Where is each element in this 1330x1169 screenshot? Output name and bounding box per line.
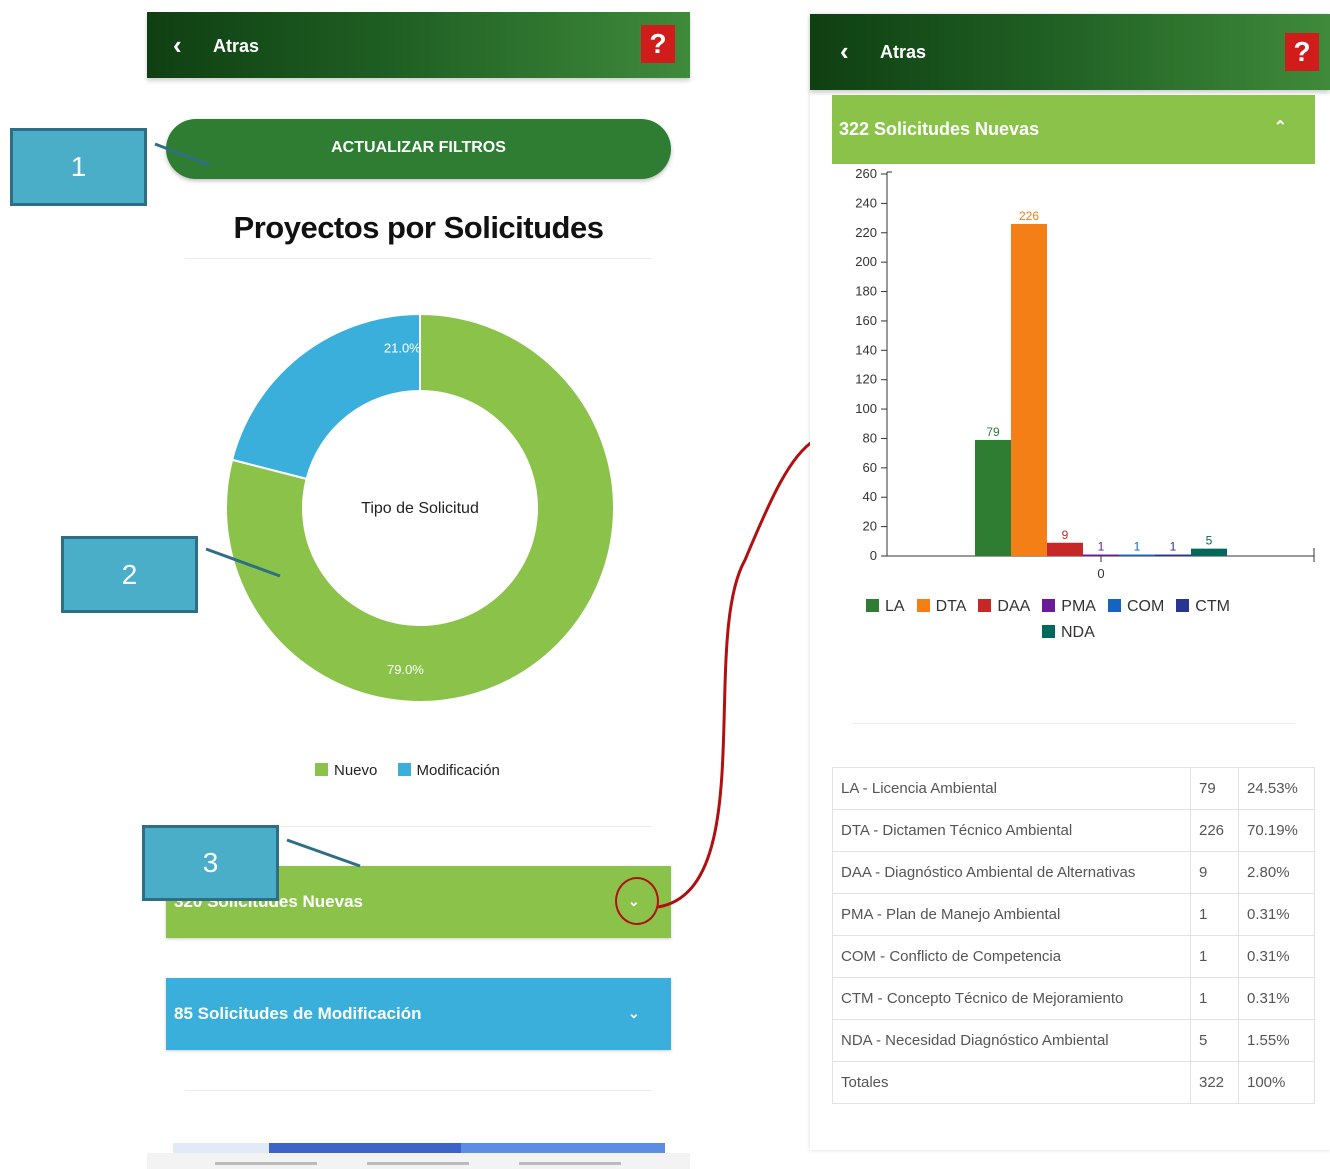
chart-divider: [853, 723, 1295, 724]
legend-label-la: LA: [885, 598, 905, 615]
table-cell-count: 226: [1190, 809, 1239, 852]
table-row: DTA - Dictamen Técnico Ambiental 226 70.19…: [832, 809, 1315, 852]
table-row: COM - Conflicto de Competencia 1 0.31%: [832, 935, 1315, 978]
bar-chart: 0 20 40 60 80 100 120 140 160 180 200 220 240 260 79 22…: [855, 166, 1315, 581]
bar-com[interactable]: [1119, 554, 1155, 556]
table-cell-name: DTA - Dictamen Técnico Ambiental: [832, 809, 1191, 852]
bar-value-label: 226: [1019, 209, 1039, 223]
bar-legend: LA DTA DAA PMA COM CTM NDA: [866, 594, 1286, 646]
legend-label-daa: DAA: [997, 598, 1031, 615]
y-tick-label: 40: [863, 489, 877, 504]
back-label[interactable]: Atras: [880, 42, 926, 63]
table-cell-name: CTM - Concepto Técnico de Mejoramiento: [832, 977, 1191, 1020]
table-cell-pct: 0.31%: [1238, 893, 1315, 936]
right-header-bar: ‹ Atras ?: [810, 14, 1330, 90]
legend-label-nda: NDA: [1061, 624, 1095, 641]
table-cell-pct: 0.31%: [1238, 977, 1315, 1020]
chevron-left-icon[interactable]: ‹: [840, 38, 849, 64]
requests-table: LA - Licencia Ambiental 79 24.53% DTA - Dic…: [832, 767, 1315, 1104]
bar-ctm[interactable]: [1155, 554, 1191, 556]
bar-value-label: 5: [1206, 534, 1213, 548]
table-cell-pct: 1.55%: [1238, 1019, 1315, 1062]
legend-swatch-la: [866, 599, 879, 612]
table-cell-name: COM - Conflicto de Competencia: [832, 935, 1191, 978]
bar-la[interactable]: [975, 439, 1011, 556]
legend-item-daa[interactable]: DAA: [978, 594, 1030, 620]
table-row: CTM - Concepto Técnico de Mejoramiento 1 0…: [832, 977, 1315, 1020]
y-tick-label: 120: [855, 372, 877, 387]
table-cell-name: PMA - Plan de Manejo Ambiental: [832, 893, 1191, 936]
legend-swatch-com: [1107, 599, 1121, 612]
new-requests-section-header[interactable]: 322 Solicitudes Nuevas ⌃: [832, 95, 1315, 164]
bar-daa[interactable]: [1047, 542, 1083, 556]
table-cell-name: Totales: [832, 1061, 1191, 1104]
table-cell-name: NDA - Necesidad Diagnóstico Ambiental: [832, 1019, 1191, 1062]
y-tick-label: 0: [870, 548, 877, 563]
table-cell-count: 5: [1190, 1019, 1239, 1062]
bar-value-label: 79: [986, 425, 1000, 439]
legend-item-com[interactable]: COM: [1107, 594, 1165, 620]
bar-pma[interactable]: [1083, 554, 1119, 556]
table-cell-name: DAA - Diagnóstico Ambiental de Alternati…: [832, 851, 1191, 894]
legend-item-pma[interactable]: PMA: [1042, 594, 1096, 620]
y-tick-label: 180: [855, 284, 877, 299]
table-row: PMA - Plan de Manejo Ambiental 1 0.31%: [832, 893, 1315, 936]
y-tick-label: 220: [855, 225, 877, 240]
bar-value-label: 1: [1098, 540, 1105, 554]
legend-item-dta[interactable]: DTA: [916, 594, 967, 620]
legend-swatch-dta: [916, 599, 930, 612]
y-tick-label: 200: [855, 254, 877, 269]
legend-label-dta: DTA: [935, 598, 967, 615]
table-cell-count: 322: [1190, 1061, 1239, 1104]
legend-item-nda[interactable]: NDA: [1042, 620, 1095, 646]
legend-label-com: COM: [1126, 598, 1165, 615]
bar-value-label: 1: [1134, 540, 1141, 554]
legend-label-pma: PMA: [1061, 598, 1096, 615]
connector-arrow: [657, 438, 816, 909]
table-cell-count: 1: [1190, 935, 1239, 978]
y-tick-label: 240: [855, 195, 877, 210]
table-cell-count: 1: [1190, 893, 1239, 936]
legend-swatch-nda: [1042, 625, 1055, 638]
table-row: DAA - Diagnóstico Ambiental de Alternati…: [832, 851, 1315, 894]
table-cell-count: 1: [1190, 977, 1239, 1020]
table-cell-pct: 0.31%: [1238, 935, 1315, 978]
table-cell-pct: 24.53%: [1238, 767, 1315, 810]
y-tick-label: 60: [863, 460, 877, 475]
y-tick-label: 140: [855, 342, 877, 357]
legend-swatch-daa: [978, 599, 992, 612]
table-row: Totales 322 100%: [832, 1061, 1315, 1104]
x-tick-label: 0: [1097, 566, 1104, 581]
y-tick-label: 80: [863, 430, 877, 445]
table-row: NDA - Necesidad Diagnóstico Ambiental 5 1.…: [832, 1019, 1315, 1062]
legend-item-ctm[interactable]: CTM: [1176, 594, 1230, 620]
table-cell-pct: 2.80%: [1238, 851, 1315, 894]
legend-item-la[interactable]: LA: [866, 594, 905, 620]
legend-label-ctm: CTM: [1195, 598, 1230, 615]
bar-nda[interactable]: [1191, 548, 1227, 556]
table-cell-pct: 100%: [1238, 1061, 1315, 1104]
bar-dta[interactable]: [1011, 223, 1047, 556]
table-cell-pct: 70.19%: [1238, 809, 1315, 852]
bar-value-label: 9: [1062, 528, 1069, 542]
legend-swatch-ctm: [1176, 599, 1190, 612]
help-icon[interactable]: ?: [1285, 33, 1319, 71]
y-tick-label: 20: [863, 519, 877, 534]
legend-swatch-pma: [1042, 599, 1056, 612]
y-tick-label: 100: [855, 401, 877, 416]
table-row: LA - Licencia Ambiental 79 24.53%: [832, 767, 1315, 810]
table-cell-count: 9: [1190, 851, 1239, 894]
y-tick-label: 260: [855, 166, 877, 181]
y-tick-label: 160: [855, 313, 877, 328]
section-title: 322 Solicitudes Nuevas: [839, 119, 1040, 139]
bar-value-label: 1: [1170, 540, 1177, 554]
table-cell-name: LA - Licencia Ambiental: [832, 767, 1191, 810]
chevron-up-icon[interactable]: ⌃: [1274, 117, 1287, 137]
table-cell-count: 79: [1190, 767, 1239, 810]
